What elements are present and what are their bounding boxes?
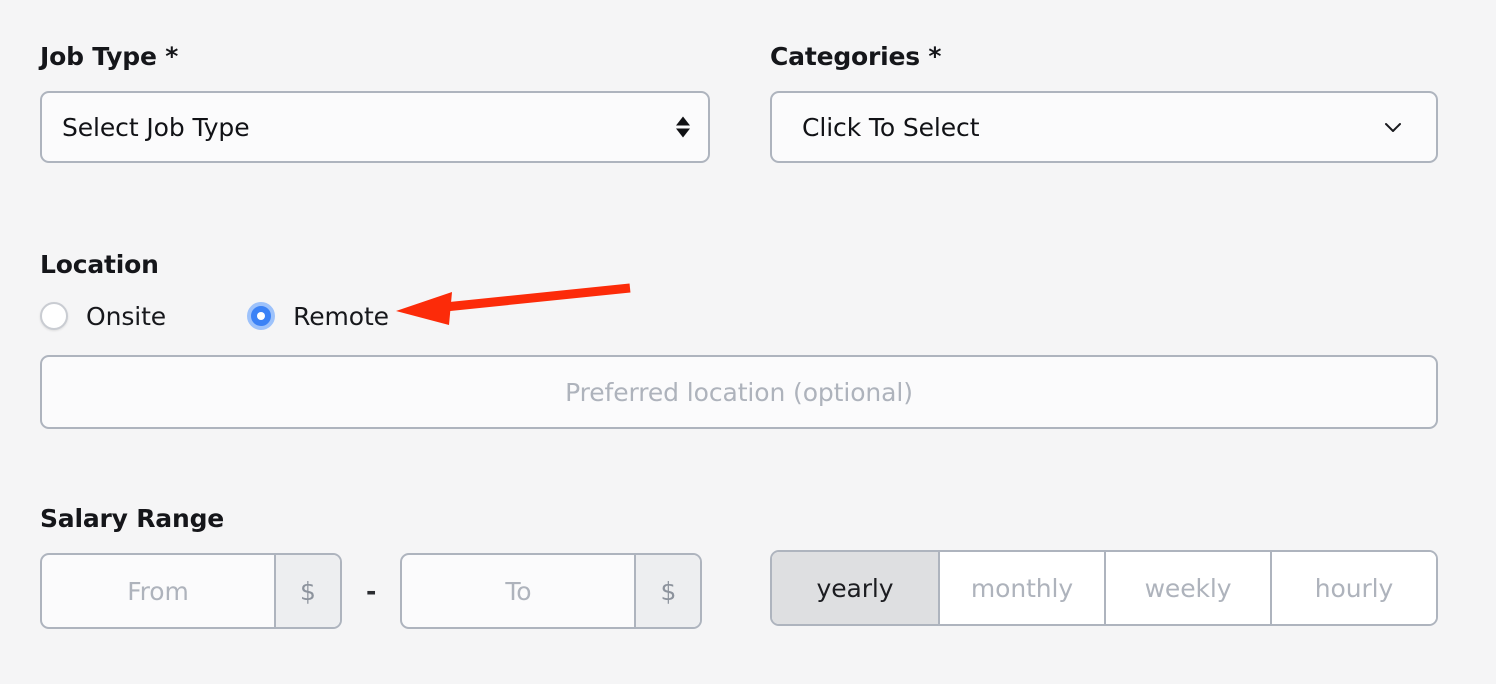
salary-period-hourly[interactable]: hourly — [1270, 552, 1436, 624]
location-radio-group: Onsite Remote — [40, 299, 1438, 333]
location-option-onsite[interactable]: Onsite — [40, 302, 166, 331]
location-label: Location — [40, 250, 159, 279]
currency-symbol-icon: $ — [274, 555, 340, 627]
categories-field-group: Categories * Click To Select — [770, 44, 1438, 163]
chevron-down-icon — [1382, 116, 1404, 138]
salary-period-weekly[interactable]: weekly — [1104, 552, 1270, 624]
salary-to-input[interactable]: To — [402, 555, 634, 627]
categories-select[interactable]: Click To Select — [770, 91, 1438, 163]
salary-period-yearly[interactable]: yearly — [772, 552, 938, 624]
salary-from-input[interactable]: From — [42, 555, 274, 627]
categories-label: Categories * — [770, 42, 942, 71]
salary-from-field[interactable]: From $ — [40, 553, 342, 629]
job-type-selected-value: Select Job Type — [62, 112, 250, 142]
salary-range-label: Salary Range — [40, 504, 225, 533]
job-type-select[interactable]: Select Job Type — [40, 91, 710, 163]
salary-to-placeholder: To — [505, 576, 532, 606]
location-field-group: Location Onsite Remote Preferred locatio… — [40, 252, 1438, 429]
salary-field-group: Salary Range From $ - To $ — [40, 504, 703, 629]
salary-range-separator: - — [366, 576, 377, 606]
preferred-location-input[interactable]: Preferred location (optional) — [40, 355, 1438, 429]
job-posting-form: Job Type * Select Job Type Categories * … — [0, 0, 1496, 684]
preferred-location-placeholder: Preferred location (optional) — [565, 377, 913, 407]
job-type-label: Job Type * — [40, 42, 179, 71]
select-spinner-icon — [676, 116, 690, 138]
job-type-field-group: Job Type * Select Job Type — [40, 44, 710, 163]
location-option-onsite-label: Onsite — [86, 301, 167, 331]
radio-checked-icon[interactable] — [247, 302, 276, 330]
salary-inputs-row: From $ - To $ — [40, 553, 703, 629]
salary-period-segmented-control: yearly monthly weekly hourly — [770, 550, 1438, 626]
location-option-remote-label: Remote — [293, 301, 389, 331]
currency-symbol-icon: $ — [634, 555, 701, 627]
location-option-remote[interactable]: Remote — [247, 302, 389, 331]
salary-to-field[interactable]: To $ — [400, 553, 703, 629]
salary-period-monthly[interactable]: monthly — [938, 552, 1104, 624]
salary-from-placeholder: From — [127, 576, 189, 606]
radio-unchecked-icon[interactable] — [40, 302, 68, 330]
categories-selected-value: Click To Select — [802, 112, 980, 142]
